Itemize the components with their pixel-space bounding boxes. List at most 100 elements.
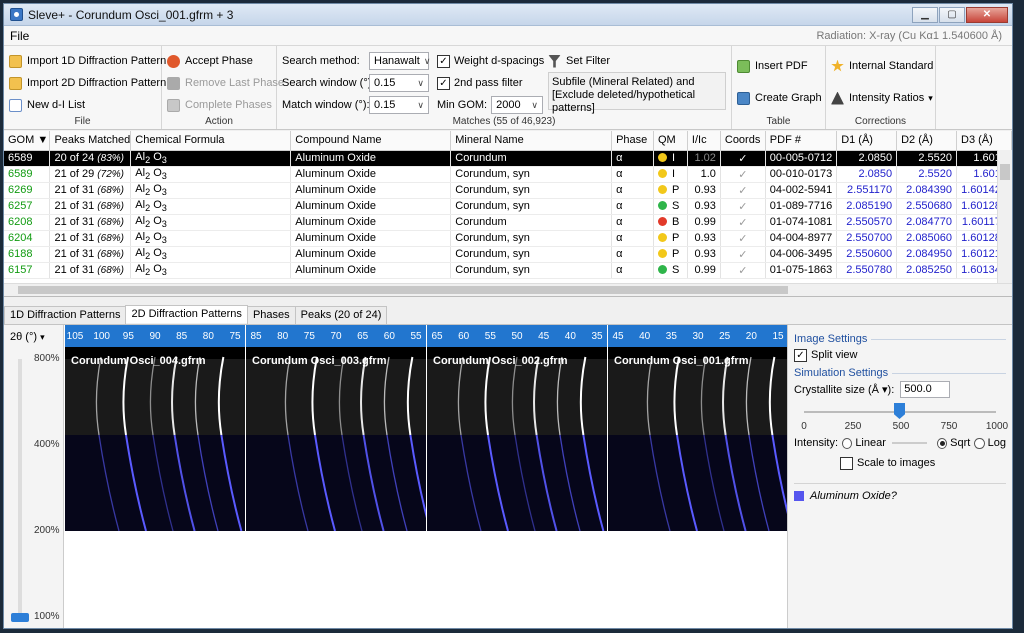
column-header[interactable]: Peaks Matched xyxy=(49,131,132,151)
slider-tick: 500 xyxy=(892,421,910,432)
table-row[interactable]: 6157 21 of 31 (68%) Al2 O3 Aluminum Oxide Co… xyxy=(4,262,1012,279)
create-graph-button[interactable]: Create Graph xyxy=(737,87,822,109)
diffraction-panel[interactable]: 105 100 95 90 85 80 75 Corundum Osci_004.gfrm xyxy=(65,325,245,531)
mineral-cell: Corundum, syn xyxy=(450,246,613,263)
zoom-slider-track[interactable] xyxy=(18,359,22,617)
log-radio[interactable] xyxy=(974,437,985,449)
column-header[interactable]: Chemical Formula xyxy=(130,131,292,151)
intensity-label: Intensity: xyxy=(794,437,839,449)
diffraction-panel[interactable]: 65 60 55 50 45 40 35 Corundum Osci_002.gfrm xyxy=(427,325,607,531)
document-icon xyxy=(9,98,22,112)
axis-tick: 30 xyxy=(692,331,704,342)
axis-tick: 25 xyxy=(719,331,731,342)
column-header[interactable]: QM xyxy=(653,131,688,151)
table-row[interactable]: 6204 21 of 31 (68%) Al2 O3 Aluminum Oxide Co… xyxy=(4,230,1012,247)
sqrt-radio[interactable] xyxy=(936,437,948,449)
tab-phases[interactable]: Phases xyxy=(246,306,296,324)
column-header[interactable]: D3 (Å) xyxy=(956,131,1012,151)
import-1d-button[interactable]: Import 1D Diffraction Pattern xyxy=(9,50,166,72)
slider-tick: 250 xyxy=(844,421,862,432)
axis-tick: 60 xyxy=(383,331,395,342)
search-window-select[interactable]: 0.15 ∨ xyxy=(369,74,429,92)
diffraction-panel[interactable]: 45 40 35 30 25 20 15 Corundum Osci_001.gfrm xyxy=(608,325,788,531)
subfile-description: Subfile (Mineral Related) and [Exclude d… xyxy=(548,72,726,114)
pdf-cell: 01-075-1863 xyxy=(765,262,838,279)
new-di-list-button[interactable]: New d-I List xyxy=(9,94,156,116)
maximize-button[interactable]: ▢ xyxy=(939,6,965,23)
zoom-slider-thumb[interactable] xyxy=(11,613,29,622)
app-window: Sleve+ - Corundum Osci_001.gfrm + 3 ▁ ▢ … xyxy=(3,3,1013,629)
remove-last-phase-button[interactable]: Remove Last Phase xyxy=(167,72,284,94)
iic-cell: 0.93 xyxy=(687,246,721,263)
coords-cell: ✓ xyxy=(720,182,766,199)
close-button[interactable]: ✕ xyxy=(966,6,1008,23)
import-2d-button[interactable]: Import 2D Diffraction Pattern xyxy=(9,72,166,94)
complete-phases-button[interactable]: Complete Phases xyxy=(167,94,272,116)
diffraction-image xyxy=(246,347,426,531)
split-view-checkbox[interactable]: ✓ Split view xyxy=(794,345,1006,365)
intensity-ratios-button[interactable]: Intensity Ratios ▾ xyxy=(831,87,933,109)
coords-cell: ✓ xyxy=(720,262,766,279)
table-row[interactable]: 6269 21 of 31 (68%) Al2 O3 Aluminum Oxide Co… xyxy=(4,182,1012,199)
table-vertical-scrollbar[interactable] xyxy=(997,150,1012,284)
column-header[interactable]: PDF # xyxy=(765,131,838,151)
column-header[interactable]: GOM ▼ xyxy=(4,131,51,151)
panel-title: Corundum Osci_001.gfrm xyxy=(614,355,749,367)
intensity-slider[interactable] xyxy=(891,442,927,444)
phase-cell: α xyxy=(611,182,654,199)
accept-phase-button[interactable]: Accept Phase xyxy=(167,50,271,72)
coords-cell: ✓ xyxy=(720,214,766,231)
column-header[interactable]: Phase xyxy=(611,131,654,151)
qm-cell: P xyxy=(653,230,688,247)
internal-standard-button[interactable]: Internal Standard xyxy=(831,55,933,77)
coords-cell: ✓ xyxy=(720,150,766,167)
tab-peaks[interactable]: Peaks (20 of 24) xyxy=(294,306,388,324)
table-horizontal-scrollbar[interactable] xyxy=(4,283,1012,296)
table-row[interactable]: 6257 21 of 31 (68%) Al2 O3 Aluminum Oxide Co… xyxy=(4,198,1012,215)
min-gom-label: Min GOM: xyxy=(437,99,488,111)
slider-thumb[interactable] xyxy=(894,403,905,419)
column-header[interactable]: Compound Name xyxy=(290,131,452,151)
column-header[interactable]: Mineral Name xyxy=(450,131,613,151)
column-header[interactable]: D2 (Å) xyxy=(896,131,958,151)
axis-tick: 80 xyxy=(202,331,214,342)
minimize-button[interactable]: ▁ xyxy=(912,6,938,23)
action-group-caption: Action xyxy=(205,116,233,127)
weight-dspacings-checkbox[interactable]: ✓ Weight d-spacings xyxy=(437,50,544,72)
scale-to-images-checkbox[interactable]: Scale to images xyxy=(794,453,1006,473)
theta-select[interactable]: 2θ (°) ▾ xyxy=(10,331,45,343)
table-row[interactable]: 6589 20 of 24 (83%) Al2 O3 Aluminum Oxide Co… xyxy=(4,150,1012,167)
insert-pdf-button[interactable]: Insert PDF xyxy=(737,55,820,77)
tab-1d-patterns[interactable]: 1D Diffraction Patterns xyxy=(4,306,127,324)
column-header[interactable]: I/Ic xyxy=(687,131,721,151)
column-header[interactable]: Coords xyxy=(720,131,766,151)
table-row[interactable]: 6208 21 of 31 (68%) Al2 O3 Aluminum Oxide Co… xyxy=(4,214,1012,231)
scroll-thumb[interactable] xyxy=(18,286,788,294)
table-row[interactable]: 6589 21 of 29 (72%) Al2 O3 Aluminum Oxide Co… xyxy=(4,166,1012,183)
set-filter-button[interactable]: Set Filter xyxy=(548,50,729,72)
second-pass-checkbox[interactable]: ✓ 2nd pass filter xyxy=(437,72,543,94)
column-header[interactable]: D1 (Å) xyxy=(836,131,898,151)
peaks-cell: 20 of 24 (83%) xyxy=(49,150,132,167)
iic-cell: 0.93 xyxy=(687,198,721,215)
scroll-thumb[interactable] xyxy=(1000,164,1010,180)
tab-2d-patterns[interactable]: 2D Diffraction Patterns xyxy=(125,305,248,323)
image-strip: 105 100 95 90 85 80 75 Corundum Osci_004.gfrm 85… xyxy=(65,325,788,628)
axis-tick: 75 xyxy=(303,331,315,342)
linear-radio[interactable] xyxy=(842,437,853,449)
crystallite-slider[interactable]: 0 250 500 750 1000 xyxy=(798,403,1008,432)
min-gom-select[interactable]: 2000 ∨ xyxy=(491,96,543,114)
diffraction-panel[interactable]: 85 80 75 70 65 60 55 Corundum Osci_003.gfrm xyxy=(246,325,426,531)
search-method-select[interactable]: Hanawalt ∨ xyxy=(369,52,430,70)
crystallite-size-input[interactable]: 500.0 xyxy=(900,380,951,398)
quality-dot-icon xyxy=(657,169,667,178)
diffraction-image xyxy=(608,347,788,531)
phase-cell: α xyxy=(611,214,654,231)
compound-cell: Aluminum Oxide xyxy=(290,246,452,263)
caret-down-icon: ▾ xyxy=(40,332,45,342)
checkbox-checked-icon: ✓ xyxy=(437,76,450,90)
match-window-select[interactable]: 0.15 ∨ xyxy=(369,96,429,114)
menu-file[interactable]: File xyxy=(10,29,29,43)
pdf-cell: 01-089-7716 xyxy=(765,198,838,215)
table-row[interactable]: 6188 21 of 31 (68%) Al2 O3 Aluminum Oxide Co… xyxy=(4,246,1012,263)
